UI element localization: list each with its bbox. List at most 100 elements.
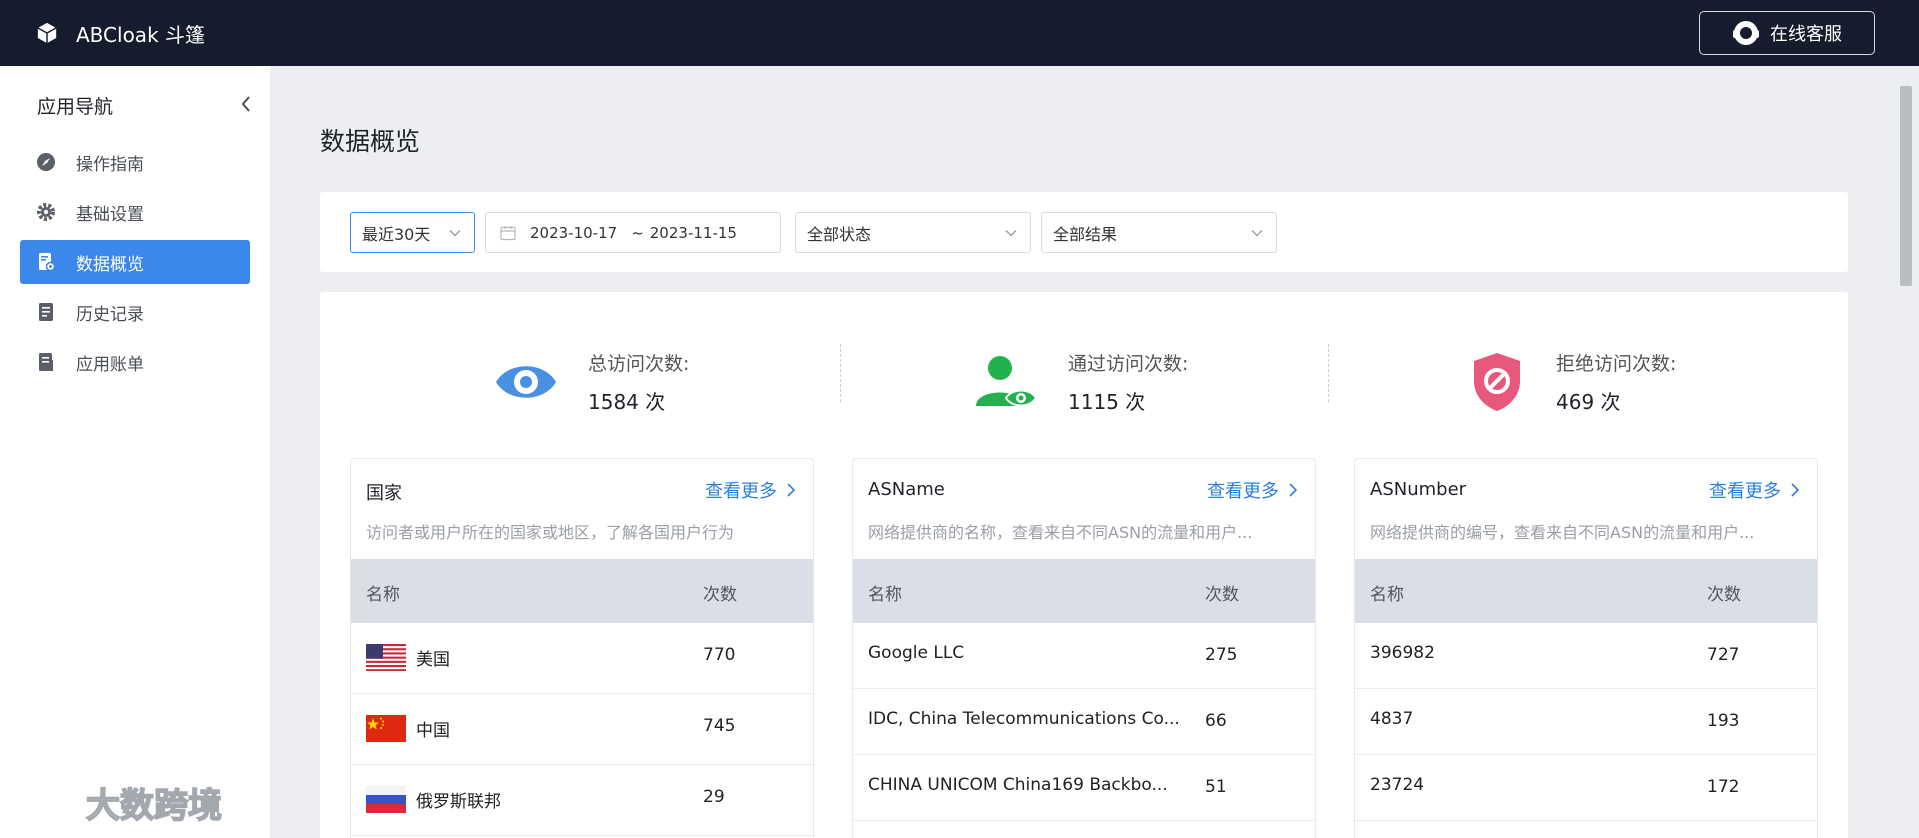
view-more-label: 查看更多: [1709, 481, 1781, 502]
stat-label: 通过访问次数:: [1068, 353, 1189, 375]
panel-title: ASName: [868, 479, 945, 500]
table-row[interactable]: 俄罗斯联邦 29: [351, 765, 813, 836]
eye-icon: [496, 366, 556, 398]
result-select[interactable]: 全部结果: [1041, 212, 1277, 253]
row-count: 275: [1205, 645, 1238, 665]
view-more-label: 查看更多: [1207, 481, 1279, 502]
divider: [1328, 344, 1329, 402]
chevron-down-icon: [449, 230, 461, 237]
column-count-header: 次数: [1205, 585, 1239, 605]
stat-value: 1115 次: [1068, 390, 1146, 414]
chevron-down-icon: [1251, 230, 1263, 237]
table-row[interactable]: CHINA UNICOM China169 Backbo... 51: [853, 755, 1315, 821]
table-row[interactable]: 4837 193: [1355, 689, 1817, 755]
table-row[interactable]: 396982 727: [1355, 623, 1817, 689]
row-name: 4837: [1370, 709, 1414, 729]
status-value: 全部状态: [807, 224, 872, 244]
online-support-button[interactable]: 在线客服: [1699, 11, 1875, 55]
cube-logo-icon: [37, 22, 57, 44]
panel-title: 国家: [366, 483, 402, 504]
date-end: 2023-11-15: [649, 223, 737, 242]
country-panel: 国家 查看更多 访问者或用户所在的国家或地区，了解各国用户行为 名称 次数 美国…: [350, 458, 814, 838]
app-name: ABCloak 斗篷: [76, 22, 206, 47]
filter-bar: 最近30天 2023-10-17 ~ 2023-11-15 全部状态 全部结果: [320, 192, 1848, 272]
brand[interactable]: ABCloak 斗篷: [36, 19, 205, 48]
table-row[interactable]: 美国 770: [351, 623, 813, 694]
panel-description: 网络提供商的编号，查看来自不同ASN的流量和用户...: [1370, 523, 1755, 542]
calendar-icon: [500, 225, 516, 240]
stat-total-visits: 总访问次数: 1584 次: [494, 342, 689, 422]
top-bar: ABCloak 斗篷 在线客服: [0, 0, 1919, 66]
sidebar-item-guide[interactable]: 操作指南: [20, 140, 250, 184]
chevron-right-icon: [787, 483, 796, 497]
compass-icon: [37, 153, 55, 171]
result-value: 全部结果: [1053, 224, 1118, 244]
chevron-right-icon: [1289, 483, 1298, 497]
stat-denied-visits: 拒绝访问次数: 469 次: [1470, 342, 1676, 422]
watermark: 大数跨境: [10, 778, 223, 827]
view-more-link[interactable]: 查看更多: [1709, 477, 1801, 503]
sidebar: 应用导航 操作指南 基础设置 数据概览 历史记录 应用账单 大数跨境: [0, 66, 270, 838]
stat-label: 拒绝访问次数:: [1556, 353, 1677, 375]
row-name: 俄罗斯联邦: [416, 792, 501, 812]
chevron-right-icon: [1791, 483, 1800, 497]
data-report-icon: [39, 253, 56, 272]
headset-icon: [1733, 21, 1759, 45]
cn-flag-icon: [366, 715, 406, 742]
table-header: 名称 次数: [351, 559, 813, 623]
sidebar-item-label: 应用账单: [76, 354, 144, 375]
chevron-down-icon: [1005, 230, 1017, 237]
divider: [840, 344, 841, 402]
column-count-header: 次数: [1707, 585, 1741, 605]
bill-icon: [39, 353, 53, 371]
column-count-header: 次数: [703, 585, 737, 605]
row-name: 396982: [1370, 643, 1435, 663]
sidebar-item-billing[interactable]: 应用账单: [20, 340, 250, 384]
row-name: CHINA UNICOM China169 Backbo...: [868, 775, 1168, 795]
table-row[interactable]: 23724 172: [1355, 755, 1817, 821]
collapse-sidebar-button[interactable]: [236, 92, 256, 116]
page-scrollbar[interactable]: [1900, 86, 1912, 286]
view-more-link[interactable]: 查看更多: [705, 477, 797, 503]
asname-panel: ASName 查看更多 网络提供商的名称，查看来自不同ASN的流量和用户... …: [852, 458, 1316, 838]
stats-card: 总访问次数: 1584 次 通过访问次数: 1115 次 拒绝访问次数: 469…: [320, 292, 1848, 838]
asnumber-panel: ASNumber 查看更多 网络提供商的编号，查看来自不同ASN的流量和用户..…: [1354, 458, 1818, 838]
date-range-value: 最近30天: [362, 224, 431, 244]
date-range-select[interactable]: 最近30天: [350, 212, 475, 253]
row-count: 193: [1707, 711, 1740, 731]
row-count: 770: [703, 645, 736, 665]
table-row[interactable]: Google LLC 275: [853, 623, 1315, 689]
row-count: 172: [1707, 777, 1740, 797]
row-name: 23724: [1370, 775, 1425, 795]
document-icon: [39, 303, 53, 321]
column-name-header: 名称: [366, 585, 400, 605]
watermark-text: 大数跨境: [85, 785, 223, 827]
sidebar-item-history[interactable]: 历史记录: [20, 290, 250, 334]
date-start: 2023-10-17: [530, 223, 618, 242]
panel-title: ASNumber: [1370, 479, 1467, 500]
stat-value: 1584 次: [588, 390, 666, 414]
gear-icon: [37, 203, 55, 221]
row-name: Google LLC: [868, 643, 965, 663]
stat-value: 469 次: [1556, 390, 1621, 414]
page-title: 数据概览: [320, 127, 421, 156]
row-count: 66: [1205, 711, 1227, 731]
table-header: 名称 次数: [853, 559, 1315, 623]
date-range-picker[interactable]: 2023-10-17 ~ 2023-11-15: [485, 212, 781, 253]
sidebar-item-settings[interactable]: 基础设置: [20, 190, 250, 234]
us-flag-icon: [366, 644, 406, 671]
sidebar-item-label: 操作指南: [76, 154, 144, 175]
view-more-link[interactable]: 查看更多: [1207, 477, 1299, 503]
stat-label: 总访问次数:: [588, 353, 690, 375]
panel-description: 网络提供商的名称，查看来自不同ASN的流量和用户...: [868, 523, 1253, 542]
table-row[interactable]: IDC, China Telecommunications Co... 66: [853, 689, 1315, 755]
row-count: 29: [703, 787, 725, 807]
status-select[interactable]: 全部状态: [795, 212, 1031, 253]
sidebar-title: 应用导航: [37, 96, 114, 118]
table-row[interactable]: 中国 745: [351, 694, 813, 765]
table-header: 名称 次数: [1355, 559, 1817, 623]
sidebar-item-data-overview[interactable]: 数据概览: [20, 240, 250, 284]
view-more-label: 查看更多: [705, 481, 777, 502]
stat-allowed-visits: 通过访问次数: 1115 次: [974, 342, 1188, 422]
column-name-header: 名称: [868, 585, 902, 605]
